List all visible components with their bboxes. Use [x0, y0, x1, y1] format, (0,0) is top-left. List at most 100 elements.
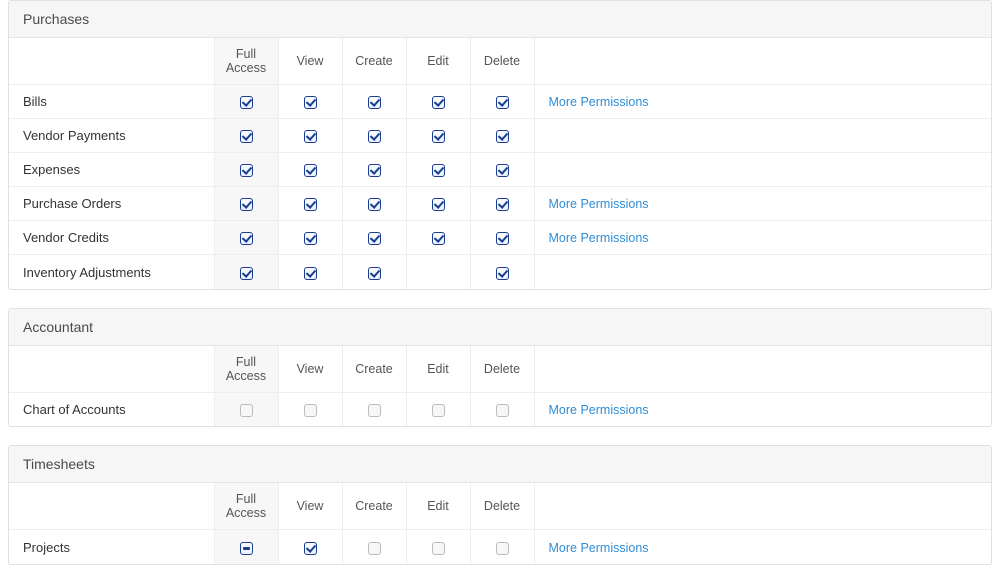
checkbox-cell	[406, 85, 470, 119]
checkbox-cell	[278, 255, 342, 289]
checkbox[interactable]	[240, 404, 253, 417]
checkbox[interactable]	[432, 96, 445, 109]
checkbox-cell	[342, 530, 406, 564]
checkbox[interactable]	[304, 404, 317, 417]
checkbox[interactable]	[496, 232, 509, 245]
permissions-table: FullAccessViewCreateEditDeleteBillsMore …	[9, 38, 991, 289]
checkbox-cell	[406, 187, 470, 221]
more-permissions-link[interactable]: More Permissions	[549, 541, 649, 555]
checkbox[interactable]	[304, 130, 317, 143]
checkbox[interactable]	[304, 164, 317, 177]
more-cell: More Permissions	[534, 530, 991, 564]
section-title: Timesheets	[9, 446, 991, 483]
checkbox-cell	[470, 221, 534, 255]
checkbox[interactable]	[240, 96, 253, 109]
checkbox[interactable]	[496, 267, 509, 280]
checkbox-cell	[342, 255, 406, 289]
checkbox-cell	[214, 221, 278, 255]
checkbox-cell	[406, 153, 470, 187]
checkbox-cell	[342, 119, 406, 153]
checkbox-cell	[406, 255, 470, 289]
checkbox-cell	[214, 153, 278, 187]
checkbox[interactable]	[496, 96, 509, 109]
table-row: Purchase Orders More Permissions	[9, 187, 991, 221]
checkbox[interactable]	[432, 164, 445, 177]
column-header: Delete	[470, 38, 534, 85]
checkbox[interactable]	[368, 542, 381, 555]
more-permissions-link[interactable]: More Permissions	[549, 403, 649, 417]
more-cell: More Permissions	[534, 85, 991, 119]
checkbox[interactable]	[432, 198, 445, 211]
row-label: Projects	[9, 530, 214, 564]
checkbox[interactable]	[240, 232, 253, 245]
permissions-table: FullAccessViewCreateEditDeleteChart of A…	[9, 346, 991, 427]
checkbox[interactable]	[432, 404, 445, 417]
checkbox[interactable]	[432, 130, 445, 143]
column-header	[534, 38, 991, 85]
more-permissions-link[interactable]: More Permissions	[549, 95, 649, 109]
checkbox-cell	[214, 85, 278, 119]
checkbox[interactable]	[368, 267, 381, 280]
section-title: Purchases	[9, 1, 991, 38]
more-cell: More Permissions	[534, 392, 991, 426]
column-header: Edit	[406, 346, 470, 393]
checkbox[interactable]	[304, 198, 317, 211]
checkbox[interactable]	[240, 164, 253, 177]
row-label: Vendor Payments	[9, 119, 214, 153]
checkbox-cell	[470, 119, 534, 153]
checkbox[interactable]	[496, 198, 509, 211]
column-header: Edit	[406, 38, 470, 85]
checkbox[interactable]	[304, 96, 317, 109]
column-header: View	[278, 346, 342, 393]
checkbox-cell	[214, 392, 278, 426]
checkbox[interactable]	[368, 232, 381, 245]
checkbox[interactable]	[496, 542, 509, 555]
more-cell: More Permissions	[534, 187, 991, 221]
checkbox[interactable]	[496, 404, 509, 417]
checkbox[interactable]	[368, 404, 381, 417]
permissions-section: TimesheetsFullAccessViewCreateEditDelete…	[8, 445, 992, 565]
checkbox-cell	[342, 153, 406, 187]
checkbox-cell	[278, 221, 342, 255]
column-header: FullAccess	[214, 483, 278, 530]
checkbox-cell	[342, 221, 406, 255]
checkbox-cell	[406, 119, 470, 153]
checkbox[interactable]	[240, 198, 253, 211]
permissions-section: PurchasesFullAccessViewCreateEditDeleteB…	[8, 0, 992, 290]
checkbox[interactable]	[304, 267, 317, 280]
table-row: Projects More Permissions	[9, 530, 991, 564]
checkbox[interactable]	[368, 130, 381, 143]
row-label: Expenses	[9, 153, 214, 187]
checkbox[interactable]	[432, 542, 445, 555]
checkbox[interactable]	[496, 130, 509, 143]
checkbox[interactable]	[240, 542, 253, 555]
checkbox[interactable]	[432, 232, 445, 245]
checkbox[interactable]	[368, 96, 381, 109]
checkbox[interactable]	[368, 164, 381, 177]
more-cell: More Permissions	[534, 221, 991, 255]
column-header: FullAccess	[214, 38, 278, 85]
more-permissions-link[interactable]: More Permissions	[549, 231, 649, 245]
checkbox[interactable]	[240, 130, 253, 143]
checkbox-cell	[278, 392, 342, 426]
checkbox-cell	[470, 187, 534, 221]
checkbox-cell	[470, 153, 534, 187]
checkbox[interactable]	[496, 164, 509, 177]
checkbox[interactable]	[304, 542, 317, 555]
row-label: Purchase Orders	[9, 187, 214, 221]
permissions-table: FullAccessViewCreateEditDeleteProjectsMo…	[9, 483, 991, 564]
table-row: Expenses	[9, 153, 991, 187]
checkbox-cell	[406, 530, 470, 564]
column-header	[9, 346, 214, 393]
checkbox-cell	[278, 530, 342, 564]
checkbox-cell	[214, 530, 278, 564]
checkbox-cell	[278, 187, 342, 221]
table-row: BillsMore Permissions	[9, 85, 991, 119]
more-cell	[534, 153, 991, 187]
more-permissions-link[interactable]: More Permissions	[549, 197, 649, 211]
more-cell	[534, 119, 991, 153]
checkbox[interactable]	[304, 232, 317, 245]
checkbox[interactable]	[368, 198, 381, 211]
checkbox[interactable]	[240, 267, 253, 280]
column-header: View	[278, 38, 342, 85]
